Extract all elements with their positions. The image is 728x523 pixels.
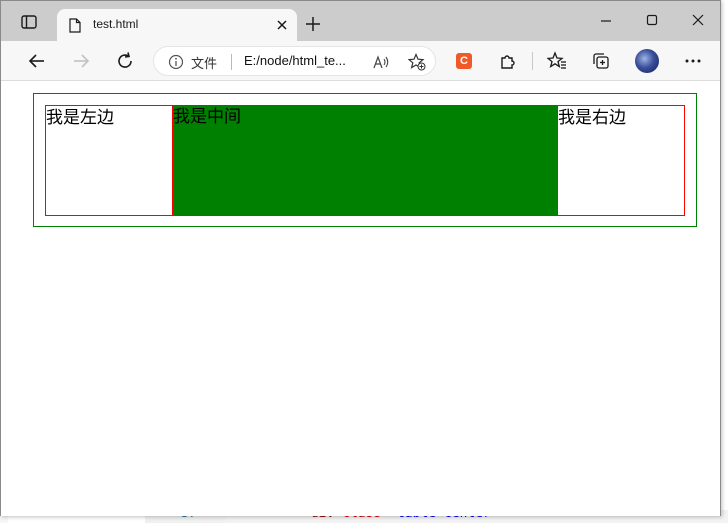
close-tab-icon[interactable] <box>275 18 289 32</box>
scheme-label: 文件 <box>191 57 218 72</box>
browser-toolbar: 文件 E:/node/html_te... C <box>1 41 720 81</box>
outer-container: 我是左边 我是中间 我是右边 <box>33 93 697 227</box>
collections-icon[interactable] <box>591 51 611 71</box>
tab-actions-icon[interactable] <box>21 15 37 29</box>
minimize-icon[interactable] <box>599 13 613 27</box>
info-icon[interactable] <box>168 54 184 70</box>
add-favorite-icon[interactable] <box>408 53 426 71</box>
tab-active[interactable]: test.html <box>57 9 297 41</box>
extension-c-icon[interactable]: C <box>456 53 472 69</box>
right-column: 我是右边 <box>557 105 685 216</box>
more-menu-icon[interactable] <box>683 51 703 71</box>
new-tab-icon[interactable] <box>305 16 321 32</box>
toolbar-divider <box>532 52 533 70</box>
back-arrow-icon[interactable] <box>27 51 47 71</box>
address-bar[interactable]: 文件 E:/node/html_te... <box>153 46 436 76</box>
refresh-icon[interactable] <box>115 51 135 71</box>
favorites-icon[interactable] <box>547 51 567 71</box>
page-viewport: 我是左边 我是中间 我是右边 <box>1 81 720 516</box>
maximize-icon[interactable] <box>645 13 659 27</box>
browser-window: test.html 文件 E:/node/html_te... C 我是左边 我… <box>0 0 721 516</box>
tab-title: test.html <box>93 17 139 31</box>
url-text[interactable]: E:/node/html_te... <box>244 53 346 68</box>
document-icon <box>69 18 81 33</box>
address-divider <box>231 54 232 70</box>
profile-avatar[interactable] <box>635 49 659 73</box>
left-column: 我是左边 <box>45 105 173 216</box>
window-close-icon[interactable] <box>691 13 705 27</box>
forward-arrow-icon[interactable] <box>71 51 91 71</box>
read-aloud-icon[interactable] <box>372 54 390 70</box>
extensions-puzzle-icon[interactable] <box>498 51 518 71</box>
tab-bar: test.html <box>1 1 720 41</box>
center-column: 我是中间 <box>173 105 558 216</box>
